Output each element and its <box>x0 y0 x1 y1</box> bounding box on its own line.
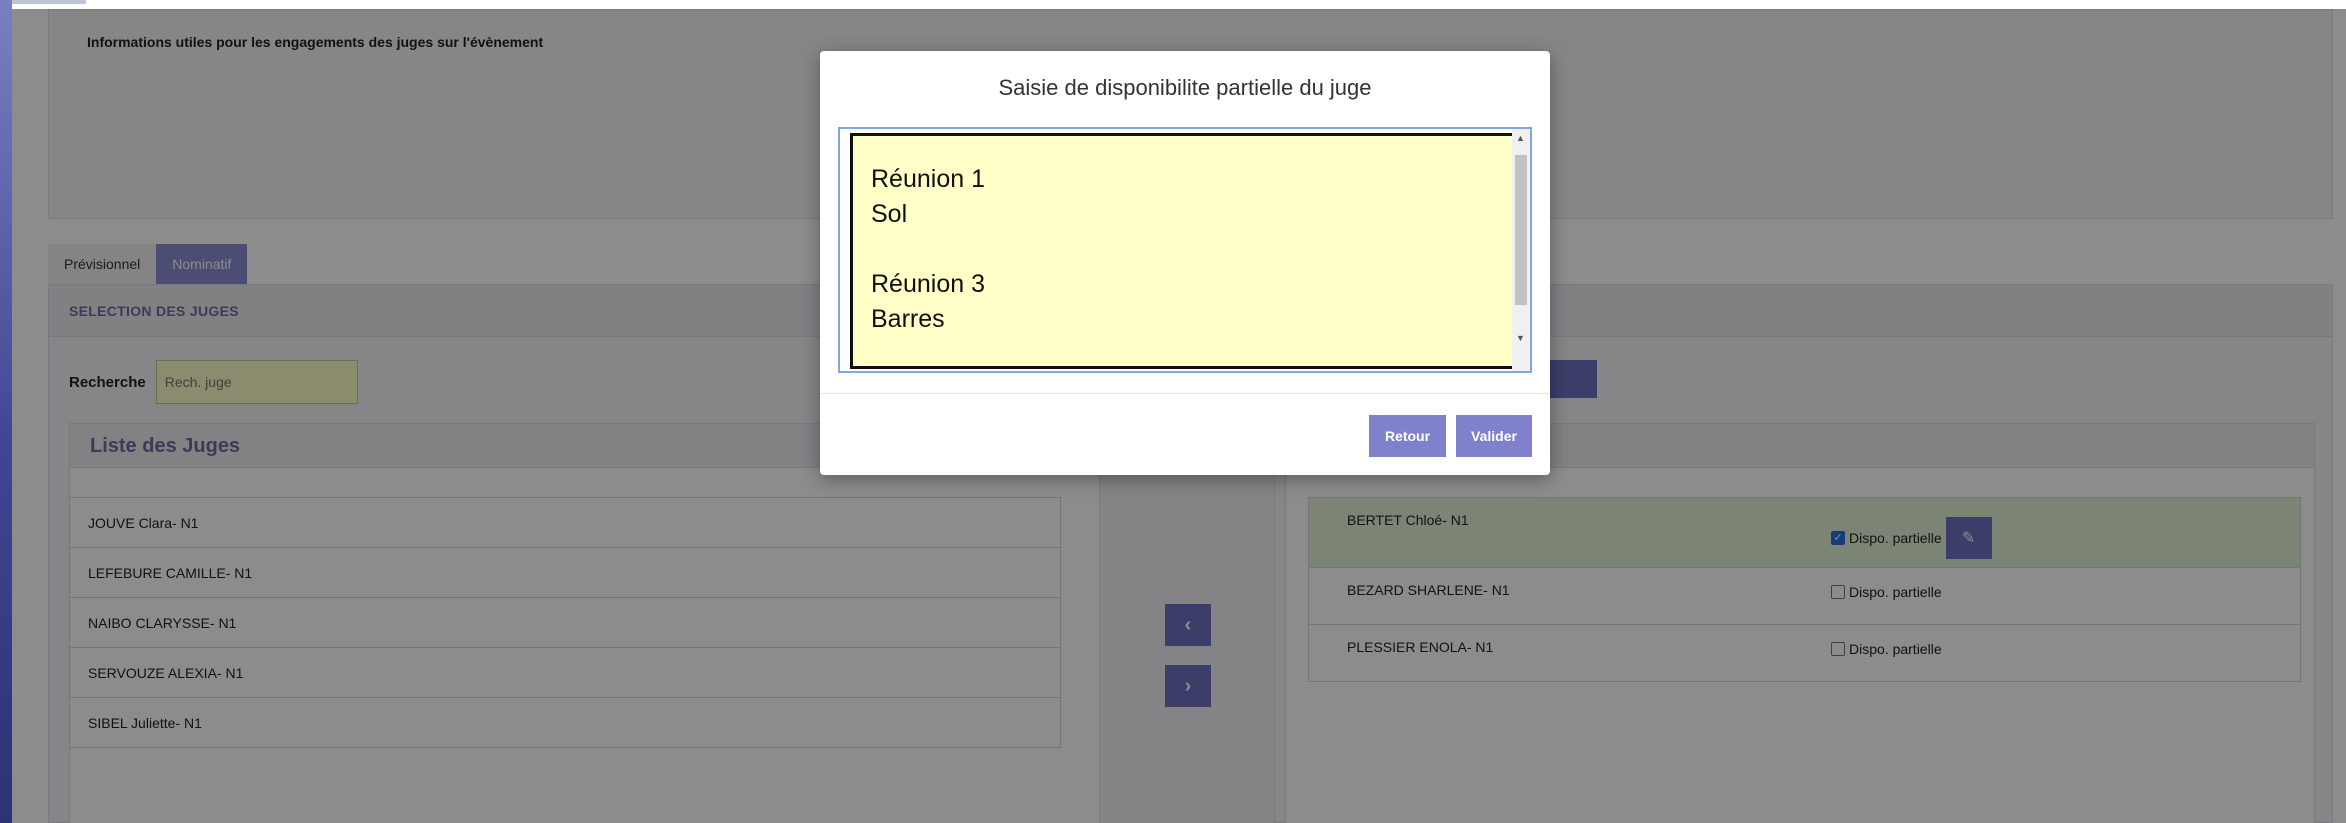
top-bar <box>12 0 2346 9</box>
scroll-up-icon[interactable]: ▲ <box>1516 133 1525 143</box>
dispo-modal: Saisie de disponibilite partielle du jug… <box>820 51 1550 475</box>
textarea-text: Réunion 1 Sol Réunion 3 Barres <box>871 165 985 333</box>
scroll-thumb[interactable] <box>1515 155 1527 305</box>
textarea-scrollbar[interactable]: ▲ ▼ <box>1512 129 1530 371</box>
scroll-down-icon[interactable]: ▼ <box>1516 333 1525 343</box>
retour-button[interactable]: Retour <box>1369 415 1446 457</box>
top-tab-indicator <box>12 0 86 4</box>
textarea-content-box[interactable]: Réunion 1 Sol Réunion 3 Barres <box>850 133 1523 369</box>
valider-button[interactable]: Valider <box>1456 415 1532 457</box>
modal-divider <box>820 393 1550 394</box>
side-decoration-strip <box>0 0 12 823</box>
dispo-textarea[interactable]: Réunion 1 Sol Réunion 3 Barres ▲ ▼ <box>838 127 1532 373</box>
modal-title: Saisie de disponibilite partielle du jug… <box>998 75 1372 100</box>
